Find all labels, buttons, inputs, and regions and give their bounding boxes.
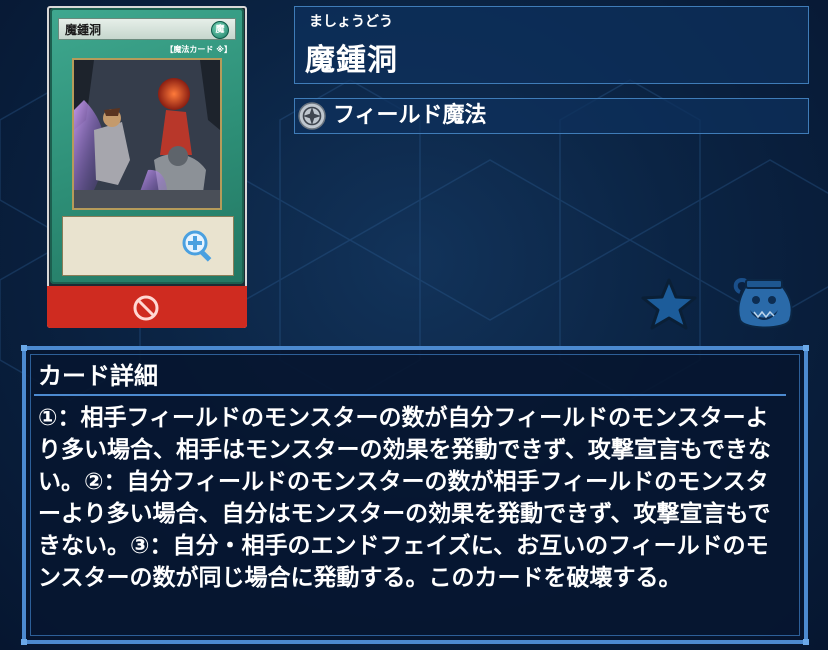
pot-of-greed-icon[interactable] — [732, 274, 796, 332]
card-name-bar: 魔鍾洞 魔 — [58, 18, 236, 40]
card-type-text: 【魔法カード — [165, 45, 214, 54]
corner-ornament — [21, 639, 27, 645]
card-ban-bar — [47, 286, 247, 328]
card-type-line: 【魔法カード ※】 — [165, 45, 232, 54]
field-spell-icon — [298, 102, 326, 130]
card-attribute-icon: 魔 — [211, 21, 229, 39]
corner-ornament — [21, 345, 27, 351]
card-name-text: 魔鍾洞 — [65, 23, 102, 37]
card-artwork — [72, 58, 222, 210]
divider — [34, 394, 786, 396]
card-ruby-reading: ましょうどう — [309, 14, 393, 30]
card-title: 魔鍾洞 — [305, 43, 398, 78]
card-effect-text: ①：相手フィールドのモンスターの数が自分フィールドのモンスターより多い場合、相手… — [38, 405, 772, 591]
card-name-panel: ましょうどう 魔鍾洞 — [294, 6, 809, 84]
card-details-panel: カード詳細 ①：相手フィールドのモンスターの数が自分フィールドのモンスターより多… — [21, 345, 809, 645]
card-details-title: カード詳細 — [38, 362, 158, 390]
card-type-symbol: ※ — [216, 45, 224, 54]
corner-ornament — [803, 345, 809, 351]
magnify-plus-icon[interactable] — [180, 228, 216, 264]
corner-ornament — [803, 639, 809, 645]
star-icon[interactable] — [640, 276, 698, 332]
spell-type-panel: フィールド魔法 — [294, 98, 809, 134]
spell-type-label: フィールド魔法 — [333, 103, 487, 128]
prohibited-icon[interactable] — [132, 294, 160, 322]
